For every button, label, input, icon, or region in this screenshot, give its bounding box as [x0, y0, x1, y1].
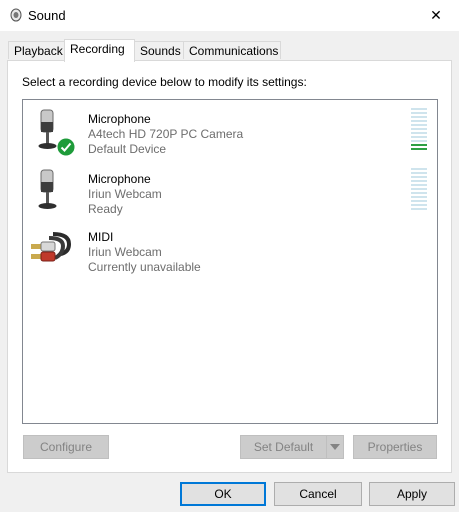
recording-panel: Select a recording device below to modif… [7, 60, 452, 473]
level-meter [411, 108, 427, 154]
set-default-button[interactable]: Set Default [240, 435, 327, 459]
device-description: Iriun Webcam [88, 245, 162, 259]
cancel-button[interactable]: Cancel [274, 482, 362, 506]
device-description: A4tech HD 720P PC Camera [88, 127, 244, 141]
window-title: Sound [28, 8, 66, 23]
device-name: MIDI [88, 230, 114, 244]
apply-button[interactable]: Apply [369, 482, 455, 506]
device-status: Ready [88, 202, 123, 216]
device-item[interactable]: Microphone Iriun Webcam Ready [23, 164, 437, 222]
device-status: Currently unavailable [88, 260, 201, 274]
set-default-dropdown[interactable] [326, 435, 344, 459]
tab-sounds[interactable]: Sounds [134, 41, 184, 59]
tab-communications[interactable]: Communications [183, 41, 281, 59]
instruction-text: Select a recording device below to modif… [22, 75, 307, 89]
device-status: Default Device [88, 142, 167, 156]
tab-playback[interactable]: Playback [8, 41, 65, 59]
configure-button[interactable]: Configure [23, 435, 109, 459]
device-name: Microphone [88, 172, 151, 186]
device-item[interactable]: Microphone A4tech HD 720P PC Camera Defa… [23, 104, 437, 162]
microphone-icon [38, 169, 57, 209]
title-bar: Sound ✕ [0, 0, 459, 31]
device-item[interactable]: MIDI Iriun Webcam Currently unavailable [23, 222, 437, 280]
rca-cable-icon [31, 232, 72, 262]
tab-recording[interactable]: Recording [64, 39, 135, 62]
level-meter [411, 168, 427, 214]
device-name: Microphone [88, 112, 151, 126]
close-button[interactable]: ✕ [413, 0, 459, 31]
device-list[interactable]: Microphone A4tech HD 720P PC Camera Defa… [22, 99, 438, 424]
properties-button[interactable]: Properties [353, 435, 437, 459]
speaker-icon [10, 8, 22, 22]
ok-button[interactable]: OK [180, 482, 266, 506]
device-description: Iriun Webcam [88, 187, 162, 201]
close-icon: ✕ [430, 7, 442, 23]
chevron-down-icon [330, 444, 340, 450]
check-icon [56, 137, 76, 157]
